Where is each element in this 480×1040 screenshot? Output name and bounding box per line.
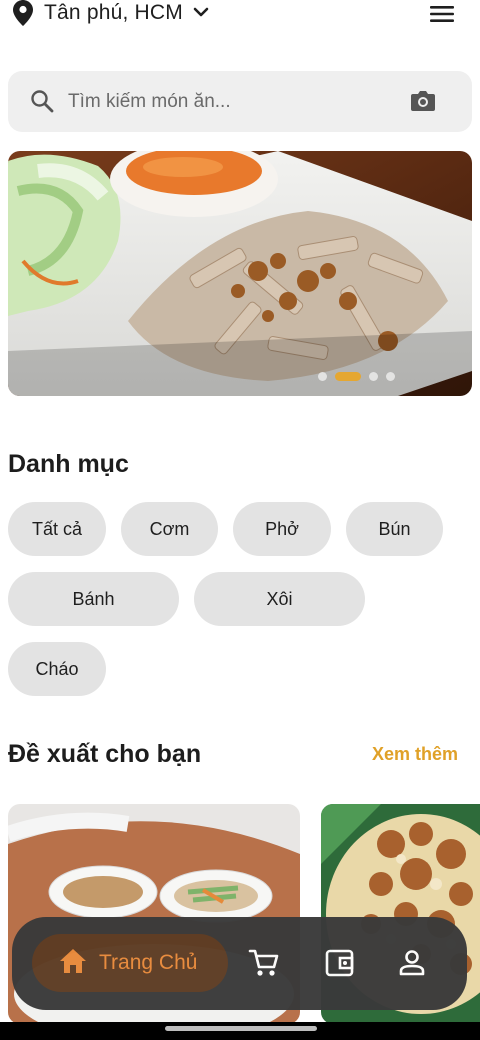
recommend-title: Đề xuất cho bạn	[8, 740, 202, 768]
search-bar[interactable]	[8, 71, 472, 132]
home-indicator[interactable]	[165, 1026, 317, 1031]
location-label: Tân phú, HCM	[44, 1, 183, 24]
banner-dot-active[interactable]	[335, 372, 361, 381]
system-nav-bar	[0, 1022, 480, 1040]
category-chip-chao[interactable]: Cháo	[8, 642, 106, 696]
chevron-down-icon	[193, 5, 209, 21]
location-pin-icon	[12, 0, 34, 26]
menu-icon[interactable]	[430, 4, 454, 24]
nav-home-button[interactable]: Trang Chủ	[32, 934, 228, 992]
location-selector[interactable]: Tân phú, HCM	[12, 0, 209, 26]
search-input[interactable]	[68, 85, 398, 118]
promo-banner[interactable]	[8, 151, 472, 396]
home-icon	[59, 948, 87, 979]
category-chip-pho[interactable]: Phở	[233, 502, 331, 556]
categories-title: Danh mục	[8, 450, 129, 478]
category-chip-banh[interactable]: Bánh	[8, 572, 179, 626]
banner-dot[interactable]	[369, 372, 378, 381]
category-chip-xoi[interactable]: Xôi	[194, 572, 365, 626]
category-chip-bun[interactable]: Bún	[346, 502, 443, 556]
banner-pagination	[318, 372, 395, 381]
top-bar: Tân phú, HCM	[0, 0, 480, 30]
see-more-link[interactable]: Xem thêm	[372, 744, 458, 765]
banner-dot[interactable]	[318, 372, 327, 381]
cart-icon[interactable]	[248, 947, 280, 979]
banner-food-image	[8, 151, 472, 396]
category-chip-com[interactable]: Cơm	[121, 502, 218, 556]
camera-icon[interactable]	[410, 89, 436, 113]
category-chip-all[interactable]: Tất cả	[8, 502, 106, 556]
wallet-icon[interactable]	[324, 947, 356, 979]
search-icon	[30, 89, 54, 113]
banner-dot[interactable]	[386, 372, 395, 381]
nav-home-label: Trang Chủ	[99, 951, 198, 974]
profile-icon[interactable]	[396, 947, 428, 979]
bottom-nav: Trang Chủ	[12, 917, 467, 1010]
